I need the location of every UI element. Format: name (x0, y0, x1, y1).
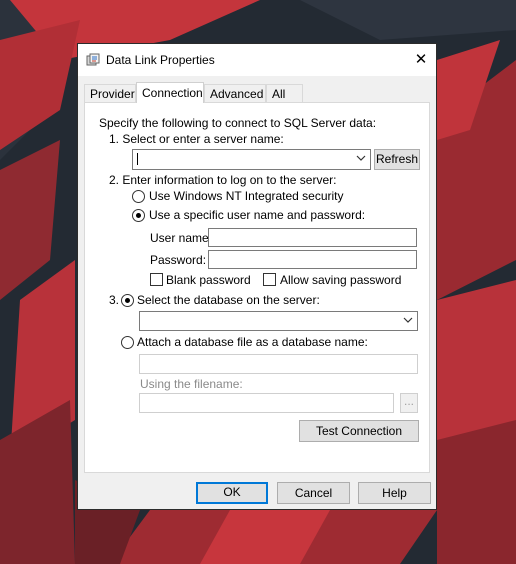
filename-input[interactable] (139, 393, 394, 413)
attach-database-radio[interactable] (121, 336, 134, 349)
help-button[interactable]: Help (358, 482, 431, 504)
tab-connection[interactable]: Connection (136, 82, 204, 103)
blank-password-label[interactable]: Blank password (166, 273, 251, 287)
close-button[interactable]: ✕ (406, 44, 436, 76)
password-label: Password: (150, 253, 207, 267)
tab-advanced[interactable]: Advanced (204, 84, 266, 102)
test-connection-button[interactable]: Test Connection (299, 420, 419, 442)
intro-text: Specify the following to connect to SQL … (99, 116, 377, 130)
database-combo[interactable] (139, 311, 418, 331)
user-name-label: User name: (150, 231, 213, 245)
tab-strip: Provider Connection Advanced All (84, 82, 429, 103)
step3-number: 3. (109, 293, 120, 307)
specific-user-radio[interactable] (132, 209, 145, 222)
browse-button[interactable]: ... (400, 393, 418, 413)
refresh-button[interactable]: Refresh (374, 149, 420, 170)
chevron-down-icon[interactable] (356, 153, 366, 166)
specific-user-label[interactable]: Use a specific user name and password: (149, 208, 365, 222)
cancel-button[interactable]: Cancel (277, 482, 350, 504)
data-link-icon (86, 53, 100, 67)
dialog-title: Data Link Properties (106, 53, 215, 67)
title-bar: Data Link Properties ✕ (78, 44, 436, 76)
using-filename-label: Using the filename: (140, 377, 243, 391)
data-link-properties-dialog: Data Link Properties ✕ Provider Connecti… (77, 43, 437, 510)
attach-database-label[interactable]: Attach a database file as a database nam… (137, 335, 368, 349)
step1-label: 1. Select or enter a server name: (109, 132, 284, 146)
tab-provider[interactable]: Provider (84, 84, 136, 102)
ok-button[interactable]: OK (196, 482, 268, 504)
allow-saving-password-label[interactable]: Allow saving password (280, 273, 401, 287)
blank-password-checkbox[interactable] (150, 273, 163, 286)
user-name-input[interactable] (208, 228, 417, 247)
server-name-combo[interactable] (132, 149, 371, 170)
password-input[interactable] (208, 250, 417, 269)
step2-label: 2. Enter information to log on to the se… (109, 173, 337, 187)
attach-database-name-input[interactable] (139, 354, 418, 374)
select-database-radio[interactable] (121, 294, 134, 307)
tab-all[interactable]: All (266, 84, 303, 102)
nt-security-radio[interactable] (132, 190, 145, 203)
nt-security-label[interactable]: Use Windows NT Integrated security (149, 189, 344, 203)
chevron-down-icon[interactable] (403, 315, 413, 328)
text-caret (137, 153, 138, 165)
allow-saving-password-checkbox[interactable] (263, 273, 276, 286)
select-database-label[interactable]: Select the database on the server: (137, 293, 320, 307)
close-icon: ✕ (414, 51, 428, 68)
connection-panel: Specify the following to connect to SQL … (84, 102, 430, 473)
